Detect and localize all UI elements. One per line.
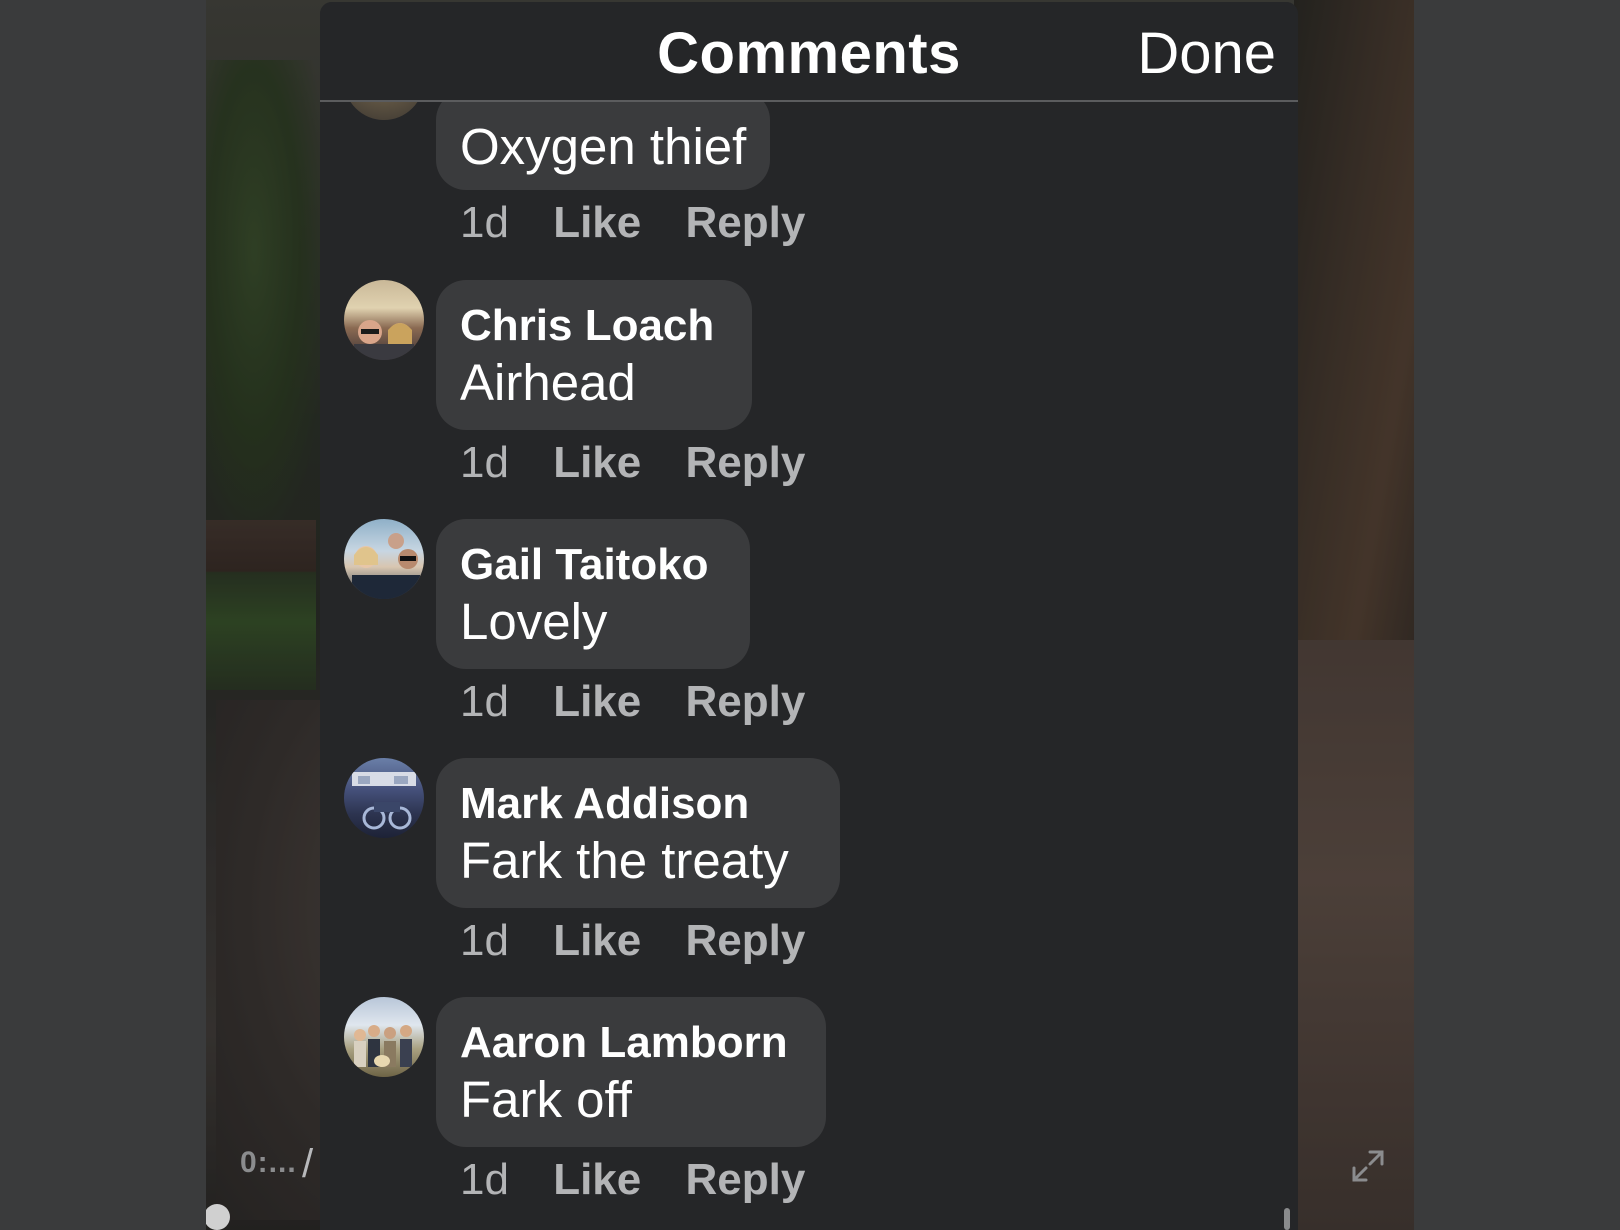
like-button[interactable]: Like: [553, 677, 641, 726]
comment-text: Lovely: [460, 593, 608, 650]
comment-text: Oxygen thief: [460, 118, 747, 175]
comment-author[interactable]: Mark Addison: [460, 758, 816, 830]
comment-time: 1d: [460, 677, 509, 726]
comment-bubble: Aaron Lamborn Fark off: [436, 997, 826, 1147]
comment-actions: 1d Like Reply: [460, 198, 837, 248]
reply-button[interactable]: Reply: [685, 916, 805, 965]
comment-author[interactable]: Aaron Lamborn: [460, 997, 802, 1069]
comment-actions: 1d Like Reply: [460, 677, 837, 727]
comment-actions: 1d Like Reply: [460, 1155, 837, 1205]
expand-icon: [1352, 1150, 1384, 1182]
comment-actions: 1d Like Reply: [460, 438, 837, 488]
like-button[interactable]: Like: [553, 198, 641, 247]
like-button[interactable]: Like: [553, 916, 641, 965]
comments-sheet: Oxygen thief 1d Like Reply Chris Loach A…: [320, 2, 1298, 1230]
avatar-photo: [354, 1025, 412, 1067]
comment-actions: 1d Like Reply: [460, 916, 837, 966]
comment-time: 1d: [460, 438, 509, 487]
scrollbar[interactable]: [1284, 1208, 1290, 1230]
comment-text: Airhead: [460, 354, 636, 411]
reply-button[interactable]: Reply: [685, 1155, 805, 1204]
comment-time: 1d: [460, 198, 509, 247]
avatar-photo: [352, 533, 420, 599]
done-button[interactable]: Done: [1137, 20, 1276, 87]
comment-bubble: Gail Taitoko Lovely: [436, 519, 750, 669]
comment-bubble: Oxygen thief: [436, 90, 771, 190]
sheet-header: Comments Done: [320, 2, 1298, 102]
comment-bubble: Chris Loach Airhead: [436, 280, 752, 430]
like-button[interactable]: Like: [553, 1155, 641, 1204]
reply-button[interactable]: Reply: [685, 198, 805, 247]
avatar[interactable]: [344, 519, 424, 599]
like-button[interactable]: Like: [553, 438, 641, 487]
comments-list[interactable]: Oxygen thief 1d Like Reply Chris Loach A…: [320, 2, 1298, 1230]
video-time-label: 0:...: [240, 1146, 297, 1179]
avatar[interactable]: [344, 280, 424, 360]
comment-author[interactable]: Gail Taitoko: [460, 519, 726, 591]
expand-button[interactable]: [1348, 1146, 1388, 1186]
reply-button[interactable]: Reply: [685, 677, 805, 726]
comment-time: 1d: [460, 1155, 509, 1204]
avatar-photo: [352, 772, 416, 830]
comment-bubble: Mark Addison Fark the treaty: [436, 758, 840, 908]
avatar-photo: [354, 320, 414, 360]
video-time-separator: /: [302, 1142, 314, 1186]
avatar[interactable]: [344, 997, 424, 1077]
comment-text: Fark the treaty: [460, 832, 789, 889]
reply-button[interactable]: Reply: [685, 438, 805, 487]
comment-text: Fark off: [460, 1071, 632, 1128]
comment-time: 1d: [460, 916, 509, 965]
avatar[interactable]: [344, 758, 424, 838]
comment-author[interactable]: Chris Loach: [460, 280, 728, 352]
